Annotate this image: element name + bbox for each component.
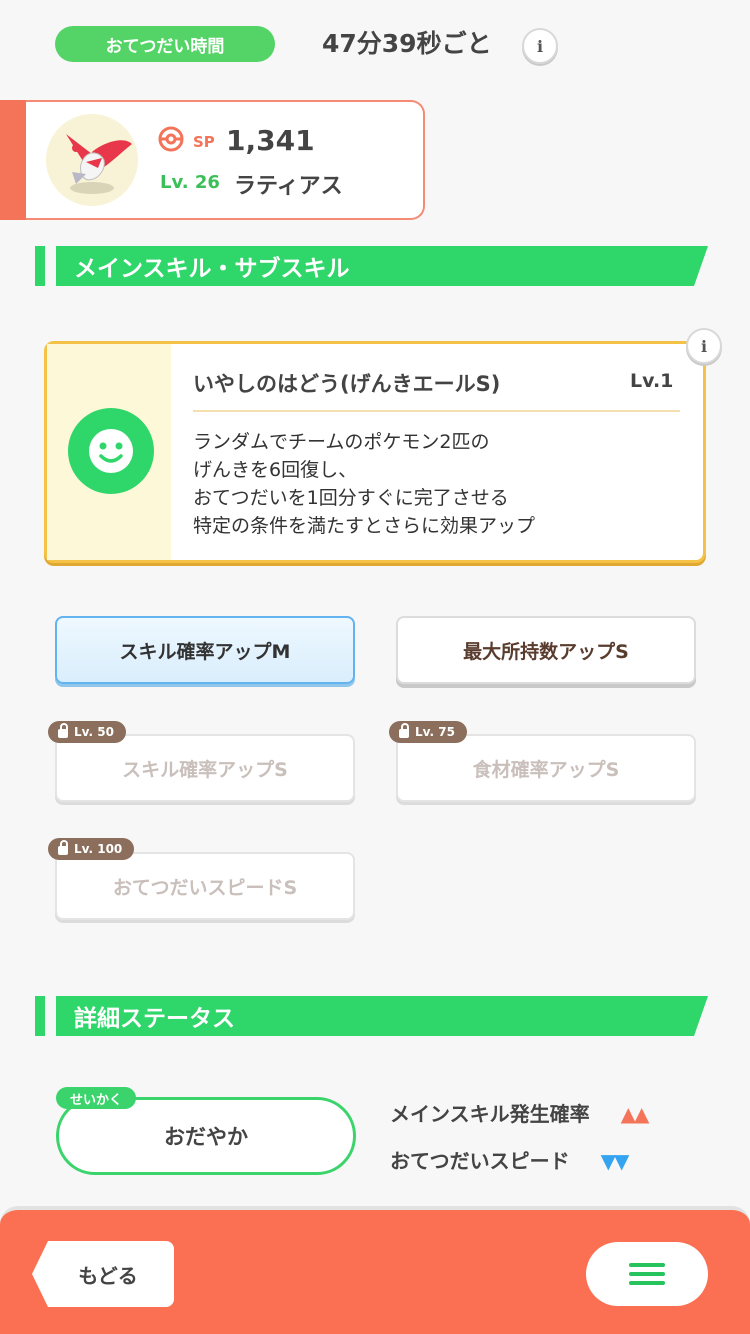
smile-icon: [68, 408, 154, 494]
main-skill-desc-line: おてつだいを1回分すぐに完了させる: [193, 487, 509, 509]
unlock-level-text: Lv. 100: [74, 842, 123, 856]
info-icon-glyph: i: [700, 336, 708, 356]
pokeball-sp-icon: [158, 126, 184, 152]
main-skill-divider: [193, 410, 680, 412]
menu-icon-line: [629, 1263, 665, 1267]
lock-icon: [399, 723, 409, 738]
unlock-level-text: Lv. 50: [74, 725, 114, 739]
main-skill-description: ランダムでチームのポケモン2匹の げんきを6回復し、 おてつだいを1回分すぐに完…: [193, 428, 683, 540]
sp-label: SP: [193, 133, 215, 151]
main-skill-level: Lv.1: [630, 370, 674, 392]
stat-up-row: メインスキル発生確率 ▲▲: [390, 1098, 650, 1127]
subskill-button-1[interactable]: スキル確率アップM: [55, 616, 355, 684]
main-skill-desc-line: げんきを6回復し、: [193, 459, 358, 481]
help-time-label: おてつだい時間: [55, 26, 275, 62]
menu-icon-line: [629, 1272, 665, 1276]
latias-icon: [66, 134, 132, 194]
subskill-button-4-locked[interactable]: 食材確率アップS: [396, 734, 696, 802]
back-button[interactable]: もどる: [32, 1241, 174, 1307]
pokemon-avatar: [46, 114, 138, 206]
unlock-level-tag: Lv. 75: [389, 721, 467, 743]
subskill-button-2[interactable]: 最大所持数アップS: [396, 616, 696, 684]
stat-down-label: おてつだいスピード: [390, 1149, 570, 1173]
help-time-value: 47分39秒ごと: [322, 29, 492, 58]
lock-icon: [58, 723, 68, 738]
subskill-button-5-locked[interactable]: おてつだいスピードS: [55, 852, 355, 920]
main-skill-desc-line: ランダムでチームのポケモン2匹の: [193, 431, 490, 453]
section-marker: [35, 246, 45, 286]
menu-button[interactable]: [586, 1242, 708, 1306]
section-header-skills: メインスキル・サブスキル: [56, 246, 708, 286]
stat-up-label: メインスキル発生確率: [390, 1102, 590, 1126]
section-header-status: 詳細ステータス: [56, 996, 708, 1036]
down-arrows-icon: ▼▼: [600, 1149, 630, 1173]
info-icon-glyph: i: [536, 36, 544, 56]
sp-value: 1,341: [226, 124, 315, 157]
pokemon-level: Lv. 26: [160, 172, 220, 193]
unlock-level-tag: Lv. 100: [48, 838, 135, 860]
pokemon-card-stripe: [0, 100, 26, 220]
stat-down-row: おてつだいスピード ▼▼: [390, 1145, 630, 1174]
main-skill-info-icon[interactable]: i: [686, 328, 722, 364]
menu-icon-line: [629, 1281, 665, 1285]
subskill-button-3-locked[interactable]: スキル確率アップS: [55, 734, 355, 802]
pokemon-name: ラティアス: [234, 174, 343, 199]
lock-icon: [58, 840, 68, 855]
up-arrows-icon: ▲▲: [620, 1102, 650, 1126]
section-marker: [35, 996, 45, 1036]
nature-tag: せいかく: [56, 1087, 137, 1109]
help-info-icon[interactable]: i: [522, 28, 558, 64]
unlock-level-text: Lv. 75: [415, 725, 455, 739]
main-skill-desc-line: 特定の条件を満たすとさらに効果アップ: [193, 515, 536, 537]
main-skill-name: いやしのはどう(げんきエールS): [193, 372, 501, 396]
unlock-level-tag: Lv. 50: [48, 721, 126, 743]
